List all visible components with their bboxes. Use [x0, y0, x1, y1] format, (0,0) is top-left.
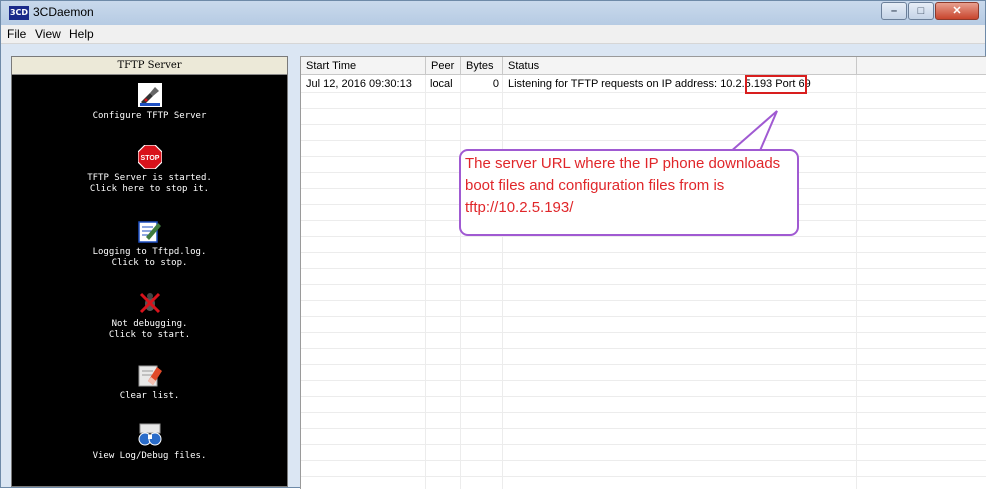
stop-server-action[interactable]: STOP TFTP Server is started. Click here …	[12, 144, 287, 195]
grid-row-line	[301, 316, 986, 317]
log-table: Start Time Peer Bytes Status Jul 12, 201…	[300, 56, 986, 489]
grid-row-line	[301, 460, 986, 461]
clear-list-action[interactable]: Clear list.	[12, 363, 287, 402]
stop-sign-icon: STOP	[136, 144, 163, 170]
minimize-button[interactable]: –	[881, 2, 907, 20]
app-logo-icon: 3CD	[9, 6, 29, 20]
menu-view[interactable]: View	[35, 27, 61, 41]
grid-row-line	[301, 476, 986, 477]
status-prefix: Listening for TFTP requests on IP addres…	[508, 78, 718, 90]
grid-row-line	[301, 236, 986, 237]
window-controls: – □ ✕	[880, 2, 979, 20]
grid-row-line	[301, 444, 986, 445]
annotation-callout: The server URL where the IP phone downlo…	[459, 149, 799, 236]
maximize-button[interactable]: □	[908, 2, 934, 20]
window-title: 3CDaemon	[33, 5, 94, 19]
logging-click-label: Click to stop.	[111, 258, 188, 268]
clear-list-label: Clear list.	[119, 391, 180, 401]
grid-row-line	[301, 412, 986, 413]
debug-click-label: Click to start.	[108, 330, 191, 340]
cell-bytes[interactable]: 0	[461, 76, 499, 92]
grid-row-line	[301, 380, 986, 381]
column-header-empty	[857, 57, 986, 75]
not-debugging-label: Not debugging.	[111, 319, 188, 329]
grid-row-line	[301, 252, 986, 253]
binoculars-icon	[138, 423, 162, 447]
grid-column-line	[460, 75, 461, 489]
grid-row-line	[301, 108, 986, 109]
cell-peer[interactable]: local	[430, 76, 453, 92]
panel-header[interactable]: TFTP Server	[12, 57, 287, 75]
close-button[interactable]: ✕	[935, 2, 979, 20]
ip-highlight-box	[745, 75, 807, 94]
grid-row-line	[301, 332, 986, 333]
view-log-action[interactable]: View Log/Debug files.	[12, 423, 287, 462]
bug-icon	[138, 291, 162, 315]
stop-sign-text: STOP	[140, 155, 159, 162]
grid-column-line	[502, 75, 503, 489]
close-icon: ✕	[952, 5, 962, 17]
callout-text: The server URL where the IP phone downlo…	[465, 155, 781, 216]
configure-icon	[137, 83, 162, 107]
logging-action[interactable]: Logging to Tftpd.log. Click to stop.	[12, 219, 287, 269]
column-header-status[interactable]: Status	[503, 57, 857, 75]
grid-row-line	[301, 92, 986, 93]
menu-file[interactable]: File	[7, 27, 26, 41]
eraser-icon	[138, 363, 162, 387]
cell-start-time[interactable]: Jul 12, 2016 09:30:13	[306, 76, 412, 92]
grid-row-line	[301, 124, 986, 125]
configure-label: Configure TFTP Server	[92, 111, 207, 121]
tftp-server-panel: TFTP Server Configure TFTP Server STOP T…	[11, 56, 288, 487]
grid-column-line	[856, 75, 857, 489]
minimize-icon: –	[890, 5, 898, 17]
app-window: 3CD 3CDaemon – □ ✕ File View Help TFTP S…	[0, 0, 986, 489]
logging-label: Logging to Tftpd.log.	[92, 247, 207, 257]
callout-pointer	[727, 110, 778, 153]
grid-row-line	[301, 140, 986, 141]
grid-row-line	[301, 364, 986, 365]
menu-help[interactable]: Help	[69, 27, 94, 41]
grid-row-line	[301, 348, 986, 349]
configure-tftp-action[interactable]: Configure TFTP Server	[12, 83, 287, 122]
view-log-label: View Log/Debug files.	[92, 451, 207, 461]
log-pencil-icon	[137, 219, 162, 243]
maximize-icon: □	[917, 5, 925, 17]
column-header-bytes[interactable]: Bytes	[461, 57, 503, 75]
server-started-label: TFTP Server is started.	[87, 173, 212, 183]
grid-column-line	[425, 75, 426, 489]
grid-row-line	[301, 428, 986, 429]
column-header-peer[interactable]: Peer	[426, 57, 461, 75]
menu-bar: File View Help	[1, 25, 985, 44]
grid-row-line	[301, 300, 986, 301]
column-header-start-time[interactable]: Start Time	[301, 57, 426, 75]
grid-row-line	[301, 268, 986, 269]
click-stop-label: Click here to stop it.	[89, 184, 210, 194]
grid-row-line	[301, 396, 986, 397]
title-bar[interactable]: 3CD 3CDaemon – □ ✕	[1, 1, 985, 25]
debugging-action[interactable]: Not debugging. Click to start.	[12, 291, 287, 341]
grid-row-line	[301, 284, 986, 285]
